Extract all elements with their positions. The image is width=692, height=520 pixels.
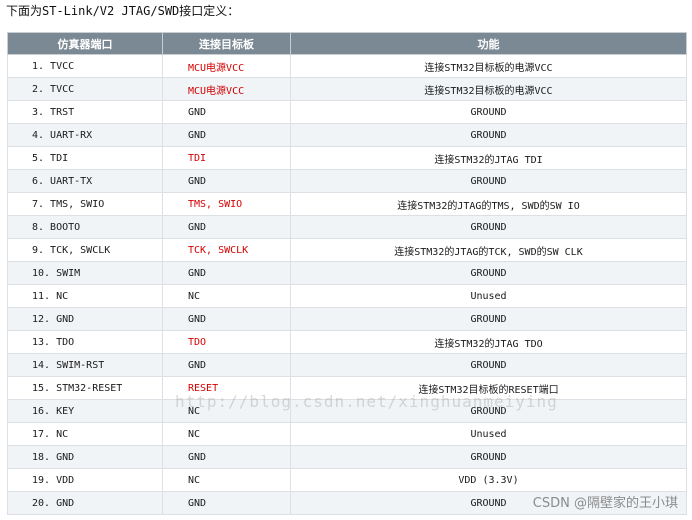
cell-port: 10. SWIM <box>7 261 163 285</box>
cell-port: 2. TVCC <box>7 77 163 101</box>
cell-port: 20. GND <box>7 491 163 515</box>
cell-port: 18. GND <box>7 445 163 469</box>
table-row: 9. TCK, SWCLK TCK, SWCLK 连接STM32的JTAG的TCK,… <box>7 238 687 262</box>
cell-function: 连接STM32的JTAG的TCK, SWD的SW CLK <box>290 238 687 262</box>
cell-function: GROUND <box>290 169 687 193</box>
cell-function: GROUND <box>290 261 687 285</box>
cell-port: 14. SWIM-RST <box>7 353 163 377</box>
table-row: 12. GND GND GROUND <box>7 307 687 331</box>
table-row: 6. UART-TX GND GROUND <box>7 169 687 193</box>
cell-function: GROUND <box>290 491 687 515</box>
cell-port: 9. TCK, SWCLK <box>7 238 163 262</box>
cell-function: 连接STM32的JTAG TDI <box>290 146 687 170</box>
cell-port: 13. TDO <box>7 330 163 354</box>
cell-function: 连接STM32目标板的RESET端口 <box>290 376 687 400</box>
cell-port: 17. NC <box>7 422 163 446</box>
cell-port: 11. NC <box>7 284 163 308</box>
header-target-board: 连接目标板 <box>162 32 291 55</box>
cell-target: NC <box>162 284 291 308</box>
cell-port: 16. KEY <box>7 399 163 423</box>
intro-text: 下面为ST-Link/V2 JTAG/SWD接口定义： <box>6 4 240 18</box>
cell-function: Unused <box>290 422 687 446</box>
table-row: 7. TMS, SWIO TMS, SWIO 连接STM32的JTAG的TMS, S… <box>7 192 687 216</box>
cell-target: NC <box>162 399 291 423</box>
table-row: 1. TVCC MCU电源VCC 连接STM32目标板的电源VCC <box>7 54 687 78</box>
table-row: 11. NC NC Unused <box>7 284 687 308</box>
cell-target: TDO <box>162 330 291 354</box>
cell-port: 1. TVCC <box>7 54 163 78</box>
cell-port: 12. GND <box>7 307 163 331</box>
table-header-row: 仿真器端口 连接目标板 功能 <box>7 32 687 55</box>
cell-target: TDI <box>162 146 291 170</box>
cell-function: VDD (3.3V) <box>290 468 687 492</box>
table-row: 8. BOOTO GND GROUND <box>7 215 687 239</box>
table-row: 20. GND GND GROUND <box>7 491 687 515</box>
cell-port: 8. BOOTO <box>7 215 163 239</box>
cell-port: 7. TMS, SWIO <box>7 192 163 216</box>
cell-function: GROUND <box>290 307 687 331</box>
cell-target: GND <box>162 353 291 377</box>
cell-function: 连接STM32的JTAG的TMS, SWD的SW IO <box>290 192 687 216</box>
cell-target: GND <box>162 169 291 193</box>
cell-function: 连接STM32目标板的电源VCC <box>290 77 687 101</box>
cell-target: GND <box>162 491 291 515</box>
cell-function: GROUND <box>290 100 687 124</box>
cell-function: Unused <box>290 284 687 308</box>
pin-definition-table: 仿真器端口 连接目标板 功能 1. TVCC MCU电源VCC 连接STM32目标板… <box>7 32 687 515</box>
cell-port: 6. UART-TX <box>7 169 163 193</box>
cell-target: TMS, SWIO <box>162 192 291 216</box>
cell-function: GROUND <box>290 353 687 377</box>
cell-function: GROUND <box>290 123 687 147</box>
table-row: 18. GND GND GROUND <box>7 445 687 469</box>
table-row: 2. TVCC MCU电源VCC 连接STM32目标板的电源VCC <box>7 77 687 101</box>
cell-port: 5. TDI <box>7 146 163 170</box>
header-emulator-port: 仿真器端口 <box>7 32 163 55</box>
table-row: 16. KEY NC GROUND <box>7 399 687 423</box>
table-row: 5. TDI TDI 连接STM32的JTAG TDI <box>7 146 687 170</box>
cell-function: GROUND <box>290 215 687 239</box>
cell-target: GND <box>162 123 291 147</box>
table-row: 3. TRST GND GROUND <box>7 100 687 124</box>
table-row: 17. NC NC Unused <box>7 422 687 446</box>
table-row: 15. STM32-RESET RESET 连接STM32目标板的RESET端口 <box>7 376 687 400</box>
cell-target: GND <box>162 261 291 285</box>
cell-target: MCU电源VCC <box>162 54 291 78</box>
table-row: 19. VDD NC VDD (3.3V) <box>7 468 687 492</box>
cell-port: 15. STM32-RESET <box>7 376 163 400</box>
cell-target: NC <box>162 422 291 446</box>
cell-target: NC <box>162 468 291 492</box>
cell-target: MCU电源VCC <box>162 77 291 101</box>
cell-target: GND <box>162 307 291 331</box>
cell-target: RESET <box>162 376 291 400</box>
cell-port: 4. UART-RX <box>7 123 163 147</box>
table-row: 14. SWIM-RST GND GROUND <box>7 353 687 377</box>
cell-function: 连接STM32的JTAG TDO <box>290 330 687 354</box>
cell-target: GND <box>162 215 291 239</box>
cell-target: GND <box>162 100 291 124</box>
cell-function: 连接STM32目标板的电源VCC <box>290 54 687 78</box>
table-row: 4. UART-RX GND GROUND <box>7 123 687 147</box>
cell-target: GND <box>162 445 291 469</box>
header-function: 功能 <box>290 32 687 55</box>
table-body: 1. TVCC MCU电源VCC 连接STM32目标板的电源VCC 2. TVCC MC… <box>7 54 687 515</box>
cell-function: GROUND <box>290 445 687 469</box>
cell-port: 3. TRST <box>7 100 163 124</box>
cell-function: GROUND <box>290 399 687 423</box>
cell-port: 19. VDD <box>7 468 163 492</box>
cell-target: TCK, SWCLK <box>162 238 291 262</box>
table-row: 13. TDO TDO 连接STM32的JTAG TDO <box>7 330 687 354</box>
table-row: 10. SWIM GND GROUND <box>7 261 687 285</box>
